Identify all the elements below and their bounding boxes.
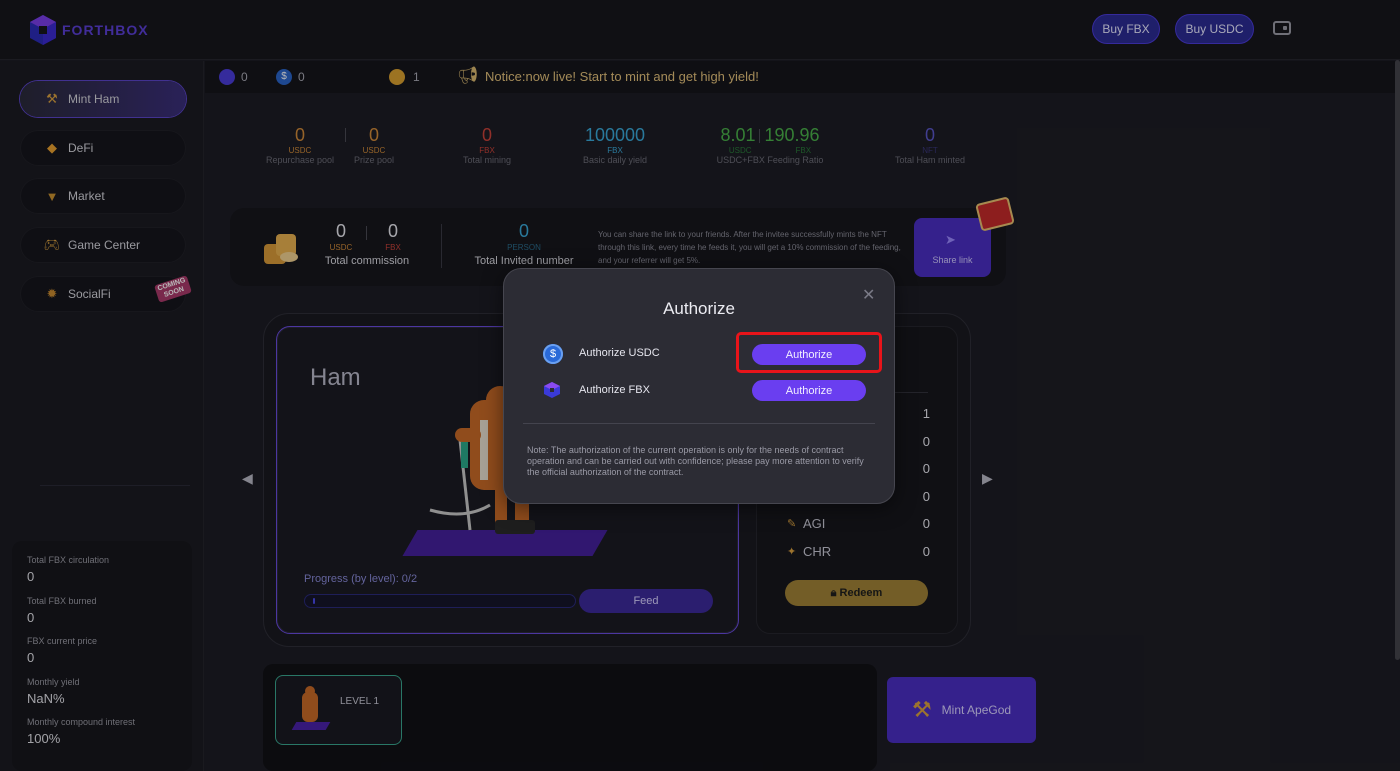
usdc-icon: $ [543, 344, 563, 364]
authorize-fbx-label: Authorize FBX [579, 384, 650, 396]
fbx-icon [544, 382, 560, 398]
authorize-fbx-button[interactable]: Authorize [752, 380, 866, 401]
modal-note: Note: The authorization of the current o… [527, 445, 864, 477]
modal-title: Authorize [663, 299, 735, 318]
modal-divider [523, 423, 875, 424]
authorize-usdc-label: Authorize USDC [579, 347, 660, 359]
close-icon[interactable]: ✕ [862, 285, 875, 305]
highlight-box [736, 332, 882, 373]
